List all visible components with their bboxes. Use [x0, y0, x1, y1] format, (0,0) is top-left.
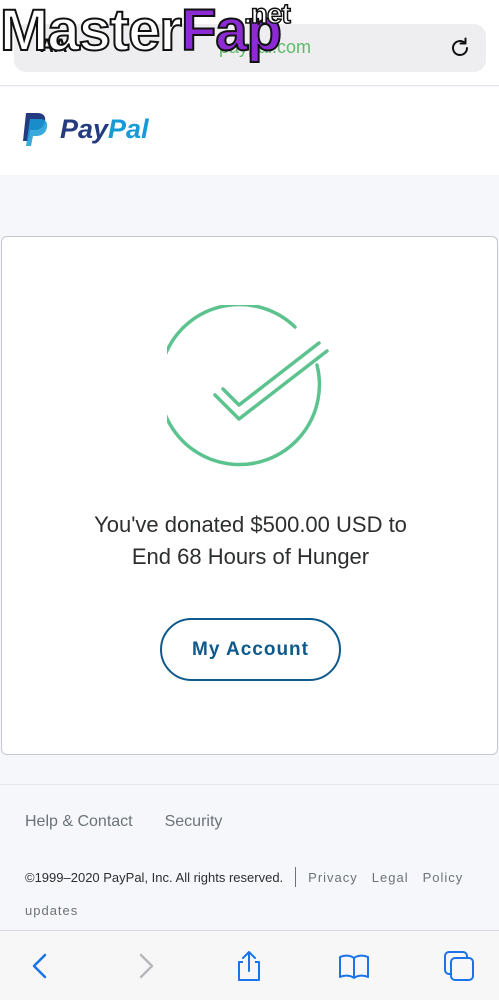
page-footer: Help & Contact Security ©1999–2020 PayPa… — [0, 784, 499, 930]
footer-link-policy[interactable]: Policy — [423, 870, 464, 885]
watermark-text-net: .net — [243, 0, 291, 29]
copyright-text: ©1999–2020 PayPal, Inc. All rights reser… — [25, 869, 284, 885]
footer-primary-links: Help & Contact Security — [25, 813, 222, 831]
paypal-word-pal: Pal — [108, 113, 149, 144]
reload-icon[interactable] — [448, 36, 472, 60]
donation-message: You've donated $500.00 USD to End 68 Hou… — [2, 509, 499, 573]
paypal-header: PayPal — [0, 87, 499, 175]
success-check-icon — [167, 305, 329, 467]
my-account-button[interactable]: My Account — [160, 618, 341, 681]
paypal-wordmark: PayPal — [60, 114, 149, 145]
tabs-icon[interactable] — [442, 949, 476, 983]
paypal-p-icon — [23, 113, 48, 146]
donation-message-line2: End 68 Hours of Hunger — [131, 544, 370, 569]
share-icon[interactable] — [232, 949, 266, 983]
footer-link-legal[interactable]: Legal — [372, 870, 409, 885]
browser-bottom-toolbar — [0, 930, 499, 1000]
watermark-text-main: Master — [0, 0, 183, 63]
footer-link-help-contact[interactable]: Help & Contact — [25, 813, 133, 831]
footer-link-updates[interactable]: updates — [25, 903, 78, 918]
donation-confirmation-card: You've donated $500.00 USD to End 68 Hou… — [1, 236, 498, 755]
paypal-logo[interactable]: PayPal — [20, 111, 149, 147]
footer-legal-row: ©1999–2020 PayPal, Inc. All rights reser… — [25, 867, 477, 887]
paypal-word-pay: Pay — [60, 113, 109, 144]
footer-divider — [295, 867, 297, 887]
forward-icon[interactable] — [128, 949, 162, 983]
footer-link-privacy[interactable]: Privacy — [308, 870, 358, 885]
donation-message-line1: You've donated $500.00 USD to — [94, 512, 407, 537]
watermark: MasterFap .net — [0, 0, 292, 63]
bookmarks-icon[interactable] — [337, 949, 371, 983]
browser-top-bar: AA paypal.com MasterFap .net — [0, 0, 499, 86]
footer-link-security[interactable]: Security — [165, 813, 223, 831]
back-icon[interactable] — [24, 949, 58, 983]
